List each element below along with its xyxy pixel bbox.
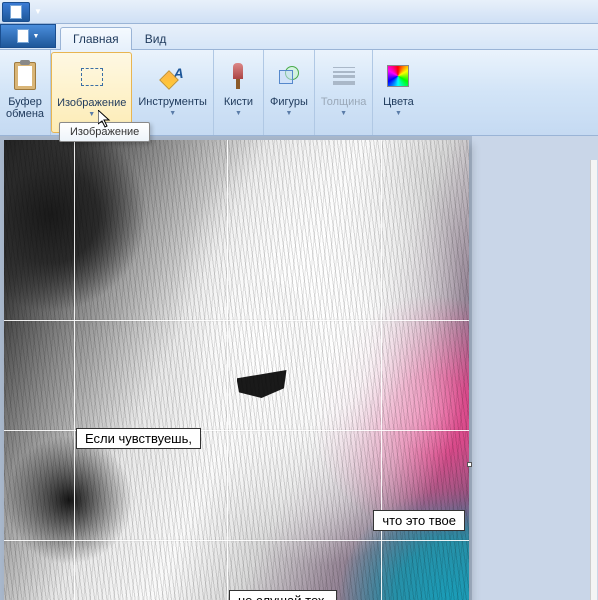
resize-handle[interactable]: [467, 462, 472, 467]
group-brushes[interactable]: Кисти ▼: [214, 50, 264, 135]
caption-text-2: что это твое: [373, 510, 465, 531]
tab-view[interactable]: Вид: [132, 27, 180, 50]
dropdown-icon: ▼: [88, 111, 95, 118]
group-label: Кисти: [224, 96, 253, 108]
group-size[interactable]: Толщина ▼: [315, 50, 374, 135]
dropdown-icon: ▼: [235, 110, 242, 117]
workspace-background: [472, 136, 598, 600]
clipboard-icon: [9, 60, 41, 92]
line-weight-icon: [328, 60, 360, 92]
dropdown-icon: ▼: [395, 110, 402, 117]
select-icon: [76, 61, 108, 93]
title-bar: ▼: [0, 0, 598, 24]
tab-main[interactable]: Главная: [60, 27, 132, 50]
group-label: Толщина: [321, 96, 367, 108]
shapes-icon: [273, 60, 305, 92]
dropdown-icon: ▼: [340, 110, 347, 117]
quick-access-button[interactable]: [2, 2, 30, 22]
file-menu-button[interactable]: ▼: [0, 24, 56, 48]
canvas[interactable]: Если чувствуешь, что это твое не слушай …: [4, 140, 469, 600]
tooltip: Изображение: [59, 122, 150, 142]
group-label: Фигуры: [270, 96, 308, 108]
tools-icon: [157, 60, 189, 92]
dropdown-icon: ▼: [169, 110, 176, 117]
caption-text-3: не слушай тех,: [229, 590, 337, 600]
document-icon: [10, 5, 22, 19]
group-label: Буфер обмена: [6, 96, 44, 120]
group-clipboard[interactable]: Буфер обмена: [0, 50, 51, 135]
document-icon: [17, 29, 29, 43]
brush-icon: [222, 60, 254, 92]
group-colors[interactable]: Цвета ▼: [373, 50, 423, 135]
group-label: Изображение: [57, 97, 126, 109]
ribbon-tabs: ▼ Главная Вид: [0, 24, 598, 50]
caption-text-1: Если чувствуешь,: [76, 428, 201, 449]
dropdown-icon: ▼: [33, 33, 40, 40]
dropdown-icon: ▼: [285, 110, 292, 117]
group-label: Цвета: [383, 96, 414, 108]
group-shapes[interactable]: Фигуры ▼: [264, 50, 315, 135]
group-label: Инструменты: [138, 96, 207, 108]
quick-access-dropdown-icon[interactable]: ▼: [30, 2, 46, 22]
group-image[interactable]: Изображение ▼: [51, 52, 132, 133]
canvas-area: Если чувствуешь, что это твое не слушай …: [0, 136, 598, 600]
colors-icon: [382, 60, 414, 92]
